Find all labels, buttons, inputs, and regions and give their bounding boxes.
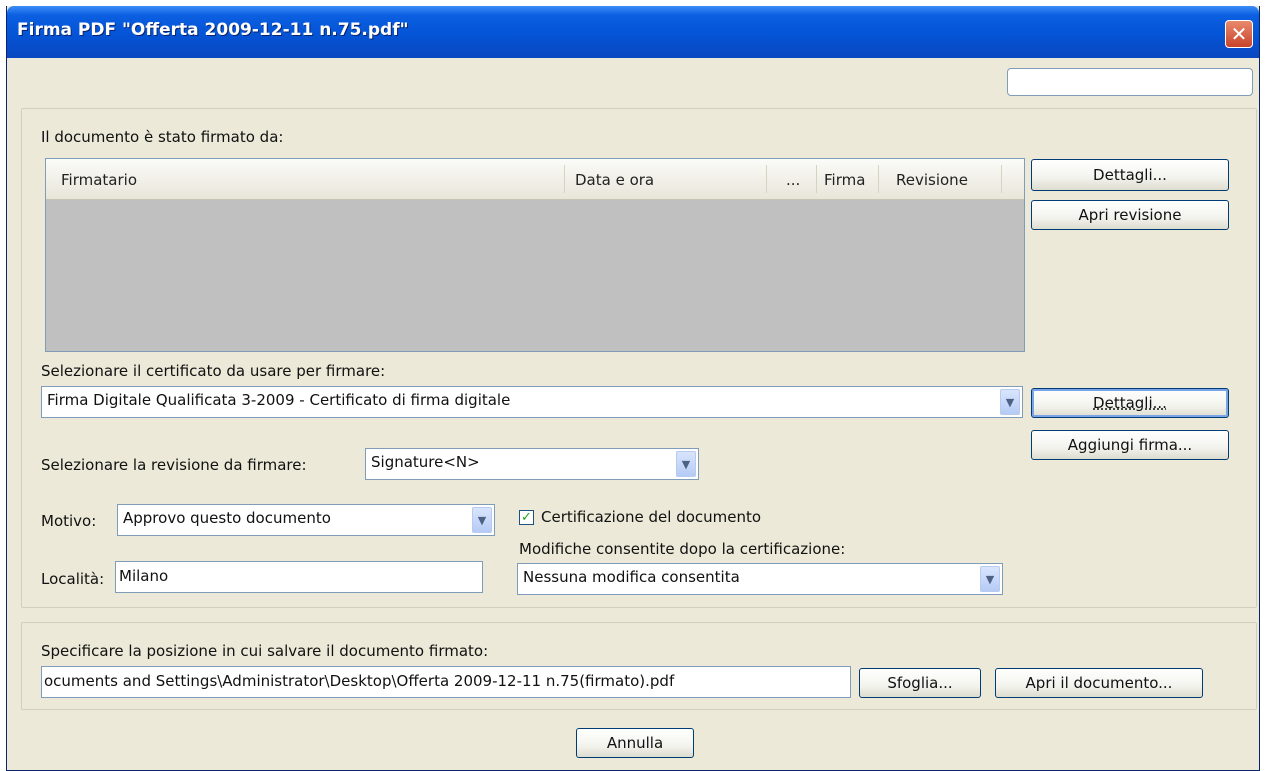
add-signature-button[interactable]: Aggiungi firma... [1031, 430, 1229, 460]
add-signature-label: Aggiungi firma... [1067, 436, 1193, 454]
signer-details-label: Dettagli... [1093, 166, 1167, 184]
save-location-label: Specificare la posizione in cui salvare … [41, 642, 489, 660]
browse-label: Sfoglia... [887, 674, 953, 692]
status-field [1007, 68, 1253, 96]
column-separator [816, 165, 817, 193]
certification-label[interactable]: Certificazione del documento [541, 508, 761, 526]
reason-select[interactable]: Approvo questo documento ▼ [117, 504, 495, 536]
reason-label: Motivo: [41, 512, 97, 530]
cancel-label: Annulla [606, 734, 664, 752]
column-separator [878, 165, 879, 193]
save-path-value: ocuments and Settings\Administrator\Desk… [44, 672, 675, 690]
column-header-data-ora[interactable]: Data e ora [575, 171, 654, 189]
column-header-firma[interactable]: Firma [824, 171, 865, 189]
chevron-down-icon[interactable]: ▼ [1000, 389, 1020, 415]
open-revision-label: Apri revisione [1078, 206, 1182, 224]
column-separator [766, 165, 767, 193]
revision-value: Signature<N> [371, 453, 480, 471]
open-document-button[interactable]: Apri il documento... [995, 668, 1203, 698]
column-header-revisione[interactable]: Revisione [896, 171, 968, 189]
certification-checkbox[interactable]: ✓ [519, 510, 534, 525]
certificate-details-label: Dettagli... [1093, 394, 1167, 412]
column-separator [564, 165, 565, 193]
certificate-value: Firma Digitale Qualificata 3-2009 - Cert… [47, 391, 511, 409]
cancel-button[interactable]: Annulla [576, 728, 694, 758]
column-header-firmatario[interactable]: Firmatario [61, 171, 137, 189]
signed-by-label: Il documento è stato firmato da: [41, 128, 284, 146]
chevron-down-icon[interactable]: ▼ [676, 451, 696, 477]
revision-select[interactable]: Signature<N> ▼ [365, 448, 699, 480]
title-bar[interactable]: Firma PDF "Offerta 2009-12-11 n.75.pdf" … [7, 6, 1259, 58]
allowed-changes-value: Nessuna modifica consentita [523, 568, 740, 586]
reason-value: Approvo questo documento [123, 509, 331, 527]
allowed-changes-select[interactable]: Nessuna modifica consentita ▼ [517, 563, 1003, 595]
allowed-changes-label: Modifiche consentite dopo la certificazi… [519, 540, 846, 558]
open-revision-button[interactable]: Apri revisione [1031, 200, 1229, 230]
browse-button[interactable]: Sfoglia... [859, 668, 981, 698]
location-value: Milano [119, 567, 169, 585]
signer-details-button[interactable]: Dettagli... [1031, 159, 1229, 191]
chevron-down-icon[interactable]: ▼ [472, 507, 492, 533]
location-field[interactable]: Milano [115, 561, 483, 593]
close-icon[interactable]: ✕ [1225, 20, 1253, 48]
certificate-select[interactable]: Firma Digitale Qualificata 3-2009 - Cert… [41, 386, 1023, 418]
signers-table-header: Firmatario Data e ora ... Firma Revision… [46, 159, 1024, 200]
column-separator [1001, 165, 1002, 193]
certificate-label: Selezionare il certificato da usare per … [41, 362, 386, 380]
save-path-field[interactable]: ocuments and Settings\Administrator\Desk… [41, 666, 851, 698]
signers-table[interactable]: Firmatario Data e ora ... Firma Revision… [45, 158, 1025, 352]
revision-label: Selezionare la revisione da firmare: [41, 456, 307, 474]
certificate-details-button[interactable]: Dettagli... [1031, 388, 1229, 418]
sign-pdf-dialog: Firma PDF "Offerta 2009-12-11 n.75.pdf" … [6, 6, 1260, 771]
column-header-ellipsis[interactable]: ... [786, 171, 800, 189]
dialog-title: Firma PDF "Offerta 2009-12-11 n.75.pdf" [17, 20, 409, 40]
open-document-label: Apri il documento... [1025, 674, 1173, 692]
location-label: Località: [41, 570, 105, 588]
chevron-down-icon[interactable]: ▼ [980, 566, 1000, 592]
